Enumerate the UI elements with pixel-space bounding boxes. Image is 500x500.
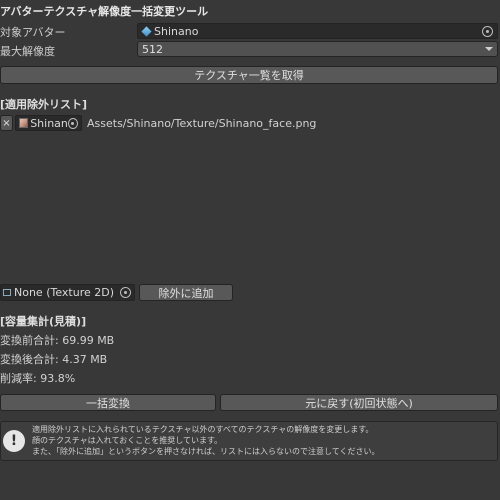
texture-input-field[interactable]: None (Texture 2D) [0,284,135,301]
excluded-texture-path: Assets/Shinano/Texture/Shinano_face.png [87,117,317,130]
add-to-exclusion-button[interactable]: 除外に追加 [139,284,233,301]
fetch-textures-button[interactable]: テクスチャ一覧を取得 [0,66,498,84]
texture-input-value: None (Texture 2D) [14,286,115,299]
help-box: ! 適用除外リストに入れられているテクスチャ以外のすべてのテクスチャの解像度を変… [0,421,498,461]
warning-icon: ! [3,430,25,452]
exclusion-list-header: [適用除外リスト] [0,98,88,111]
summary-after: 変換後合計: 4.37 MB [0,353,108,366]
max-resolution-label: 最大解像度 [0,45,55,58]
convert-all-button[interactable]: 一括変換 [0,394,216,411]
texture2d-icon [3,289,11,296]
max-resolution-dropdown[interactable]: 512 [137,41,498,57]
excluded-texture-field[interactable]: Shinan [15,115,82,131]
exclusion-list-item: × Shinan Assets/Shinano/Texture/Shinano_… [0,115,320,133]
help-line-3: また、「除外に追加」というボタンを押さなければ、リストには入らないので注意してく… [32,447,380,456]
help-line-2: 顔のテクスチャは入れておくことを推奨しています。 [32,436,223,445]
prefab-cube-icon [141,25,152,37]
excluded-texture-name: Shinan [30,116,68,130]
revert-button[interactable]: 元に戻す(初回状態へ) [220,394,498,411]
object-picker-icon[interactable] [482,25,493,37]
summary-reduction: 削減率: 93.8% [0,372,76,385]
object-picker-icon[interactable] [67,117,78,129]
target-avatar-label: 対象アバター [0,26,66,39]
texture-thumbnail-icon [19,118,29,128]
summary-header: [容量集計(見積)] [0,315,87,328]
max-resolution-value: 512 [142,42,163,56]
summary-before: 変換前合計: 69.99 MB [0,334,115,347]
remove-item-button[interactable]: × [0,115,13,131]
object-picker-icon[interactable] [120,287,131,298]
chevron-down-icon [485,47,493,51]
tool-title: アバターテクスチャ解像度一括変更ツール [0,5,209,18]
target-avatar-field[interactable]: Shinano [137,23,498,39]
target-avatar-value: Shinano [154,24,199,38]
help-line-1: 適用除外リストに入れられているテクスチャ以外のすべてのテクスチャの解像度を変更し… [32,425,374,434]
